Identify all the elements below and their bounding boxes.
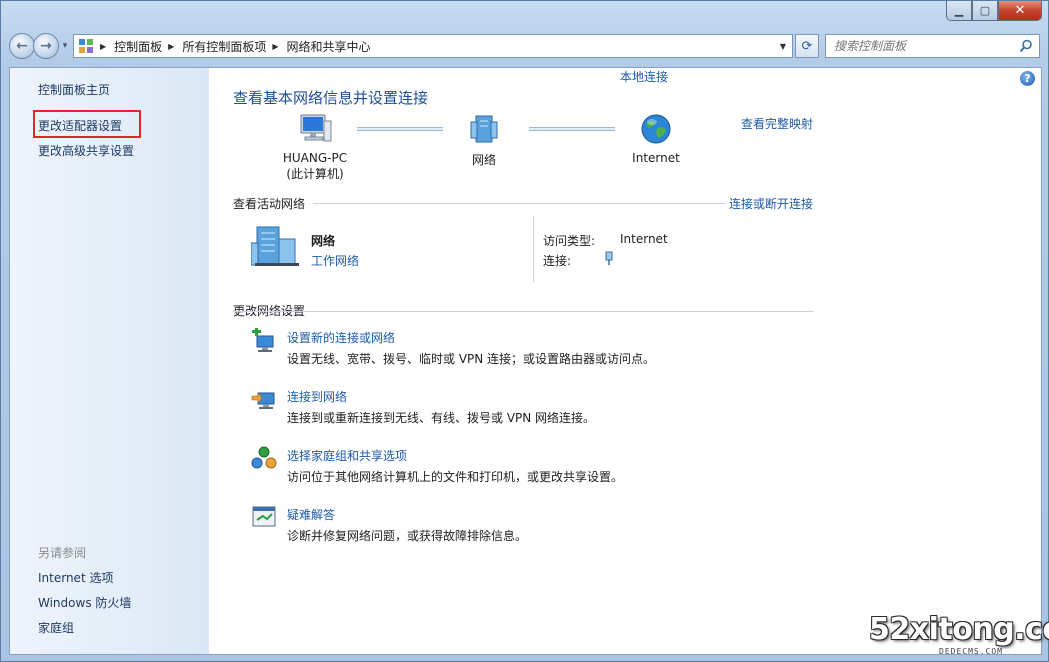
minimize-icon: ▁	[954, 4, 964, 17]
map-node-computer[interactable]: HUANG-PC (此计算机)	[275, 113, 355, 182]
vertical-divider	[533, 216, 534, 282]
new-connection-icon[interactable]	[251, 328, 277, 354]
breadcrumb-separator-icon[interactable]: ▶	[100, 42, 106, 51]
active-network-name: 网络	[311, 234, 336, 248]
address-bar[interactable]: ▶ 控制面板 ▶ 所有控制面板项 ▶ 网络和共享中心 ▼	[73, 34, 793, 58]
maximize-icon: ▢	[979, 4, 991, 17]
homegroup-icon[interactable]	[251, 445, 277, 471]
task-new-connection-desc: 设置无线、宽带、拨号、临时或 VPN 连接；或设置路由器或访问点。	[287, 352, 656, 366]
close-button[interactable]: ✕	[998, 1, 1042, 21]
map-connector	[529, 127, 615, 131]
connect-disconnect-link[interactable]: 连接或断开连接	[729, 195, 813, 212]
globe-icon	[641, 114, 671, 144]
computer-subtitle: (此计算机)	[286, 167, 344, 181]
view-full-map-link[interactable]: 查看完整映射	[741, 115, 813, 132]
task-homegroup-desc: 访问位于其他网络计算机上的文件和打印机，或更改共享设置。	[287, 470, 624, 484]
computer-name: HUANG-PC	[282, 151, 348, 165]
task-homegroup-link[interactable]: 选择家庭组和共享选项	[287, 447, 407, 464]
section-divider	[313, 203, 725, 204]
see-also-heading: 另请参阅	[38, 546, 87, 560]
help-icon[interactable]: ?	[1020, 71, 1035, 86]
watermark-subtext: DEDECMS.COM	[939, 647, 1003, 656]
refresh-button[interactable]: ⟳	[795, 34, 819, 58]
main-panel: ? 查看基本网络信息并设置连接 查看完整映射 HUANG-PC (此计算机) 网…	[209, 68, 1041, 654]
search-input[interactable]	[834, 39, 1034, 53]
connection-label: 连接:	[543, 254, 572, 268]
page-title: 查看基本网络信息并设置连接	[233, 89, 429, 107]
task-new-connection-link[interactable]: 设置新的连接或网络	[287, 329, 395, 346]
content-area: 控制面板主页 更改适配器设置 更改高级共享设置 另请参阅 Internet 选项…	[9, 67, 1042, 655]
network-building-icon[interactable]	[251, 225, 303, 267]
sidebar: 控制面板主页 更改适配器设置 更改高级共享设置 另请参阅 Internet 选项…	[10, 68, 209, 654]
forward-button[interactable]: →	[33, 33, 59, 59]
breadcrumb-all-items[interactable]: 所有控制面板项	[182, 38, 266, 55]
sidebar-link-internet-options[interactable]: Internet 选项	[38, 569, 113, 586]
window-frame: ▁ ▢ ✕ ← → ▾ ▶ 控制面板 ▶ 所有控制面板项 ▶ 网络和共享中心 ▼…	[0, 0, 1049, 662]
close-icon: ✕	[1014, 3, 1026, 18]
map-node-internet[interactable]: Internet	[621, 113, 691, 165]
internet-label: Internet	[632, 151, 680, 165]
breadcrumb-separator-icon[interactable]: ▶	[168, 42, 174, 51]
back-button[interactable]: ←	[9, 33, 35, 59]
minimize-button[interactable]: ▁	[946, 1, 972, 21]
network-icon	[470, 115, 498, 143]
forward-arrow-icon: →	[40, 38, 52, 54]
network-label: 网络	[471, 153, 496, 167]
caption-buttons: ▁ ▢ ✕	[946, 1, 1042, 21]
navigation-bar: ← → ▾ ▶ 控制面板 ▶ 所有控制面板项 ▶ 网络和共享中心 ▼ ⟳	[9, 32, 1040, 60]
recent-pages-dropdown[interactable]: ▾	[59, 41, 71, 51]
local-connection-link[interactable]: 本地连接	[620, 68, 668, 85]
task-connect-network-desc: 连接到或重新连接到无线、有线、拨号或 VPN 网络连接。	[287, 411, 596, 425]
address-dropdown-button[interactable]: ▼	[774, 35, 792, 57]
breadcrumb-network-center[interactable]: 网络和共享中心	[287, 38, 371, 55]
maximize-button[interactable]: ▢	[972, 1, 998, 21]
back-arrow-icon: ←	[16, 38, 28, 54]
sidebar-link-homegroup[interactable]: 家庭组	[38, 619, 74, 636]
refresh-icon: ⟳	[801, 38, 813, 54]
task-troubleshoot-link[interactable]: 疑难解答	[287, 506, 335, 523]
sidebar-link-advanced-sharing[interactable]: 更改高级共享设置	[38, 142, 134, 159]
map-node-network[interactable]: 网络	[454, 113, 514, 168]
task-troubleshoot-desc: 诊断并修复网络问题，或获得故障排除信息。	[287, 529, 528, 543]
computer-icon	[300, 114, 332, 142]
network-type-link[interactable]: 工作网络	[311, 252, 359, 269]
sidebar-link-home[interactable]: 控制面板主页	[38, 81, 110, 98]
connect-network-icon[interactable]	[251, 387, 277, 413]
breadcrumb-separator-icon[interactable]: ▶	[272, 42, 278, 51]
section-divider	[233, 311, 813, 312]
control-panel-icon	[79, 39, 93, 53]
chevron-down-icon: ▼	[779, 41, 787, 51]
search-icon[interactable]	[1019, 39, 1033, 53]
access-type-label: 访问类型:	[543, 234, 596, 248]
search-box[interactable]	[825, 34, 1040, 58]
watermark-text: 52xitong.com	[869, 612, 1049, 647]
sidebar-link-firewall[interactable]: Windows 防火墙	[38, 594, 131, 611]
map-connector	[357, 127, 443, 131]
ethernet-icon	[605, 251, 613, 265]
sidebar-link-adapter-settings[interactable]: 更改适配器设置	[38, 117, 122, 134]
task-connect-network-link[interactable]: 连接到网络	[287, 388, 347, 405]
active-networks-heading: 查看活动网络	[233, 197, 306, 211]
troubleshoot-icon[interactable]	[251, 504, 277, 530]
breadcrumb-control-panel[interactable]: 控制面板	[114, 38, 162, 55]
access-type-value: Internet	[620, 232, 668, 246]
